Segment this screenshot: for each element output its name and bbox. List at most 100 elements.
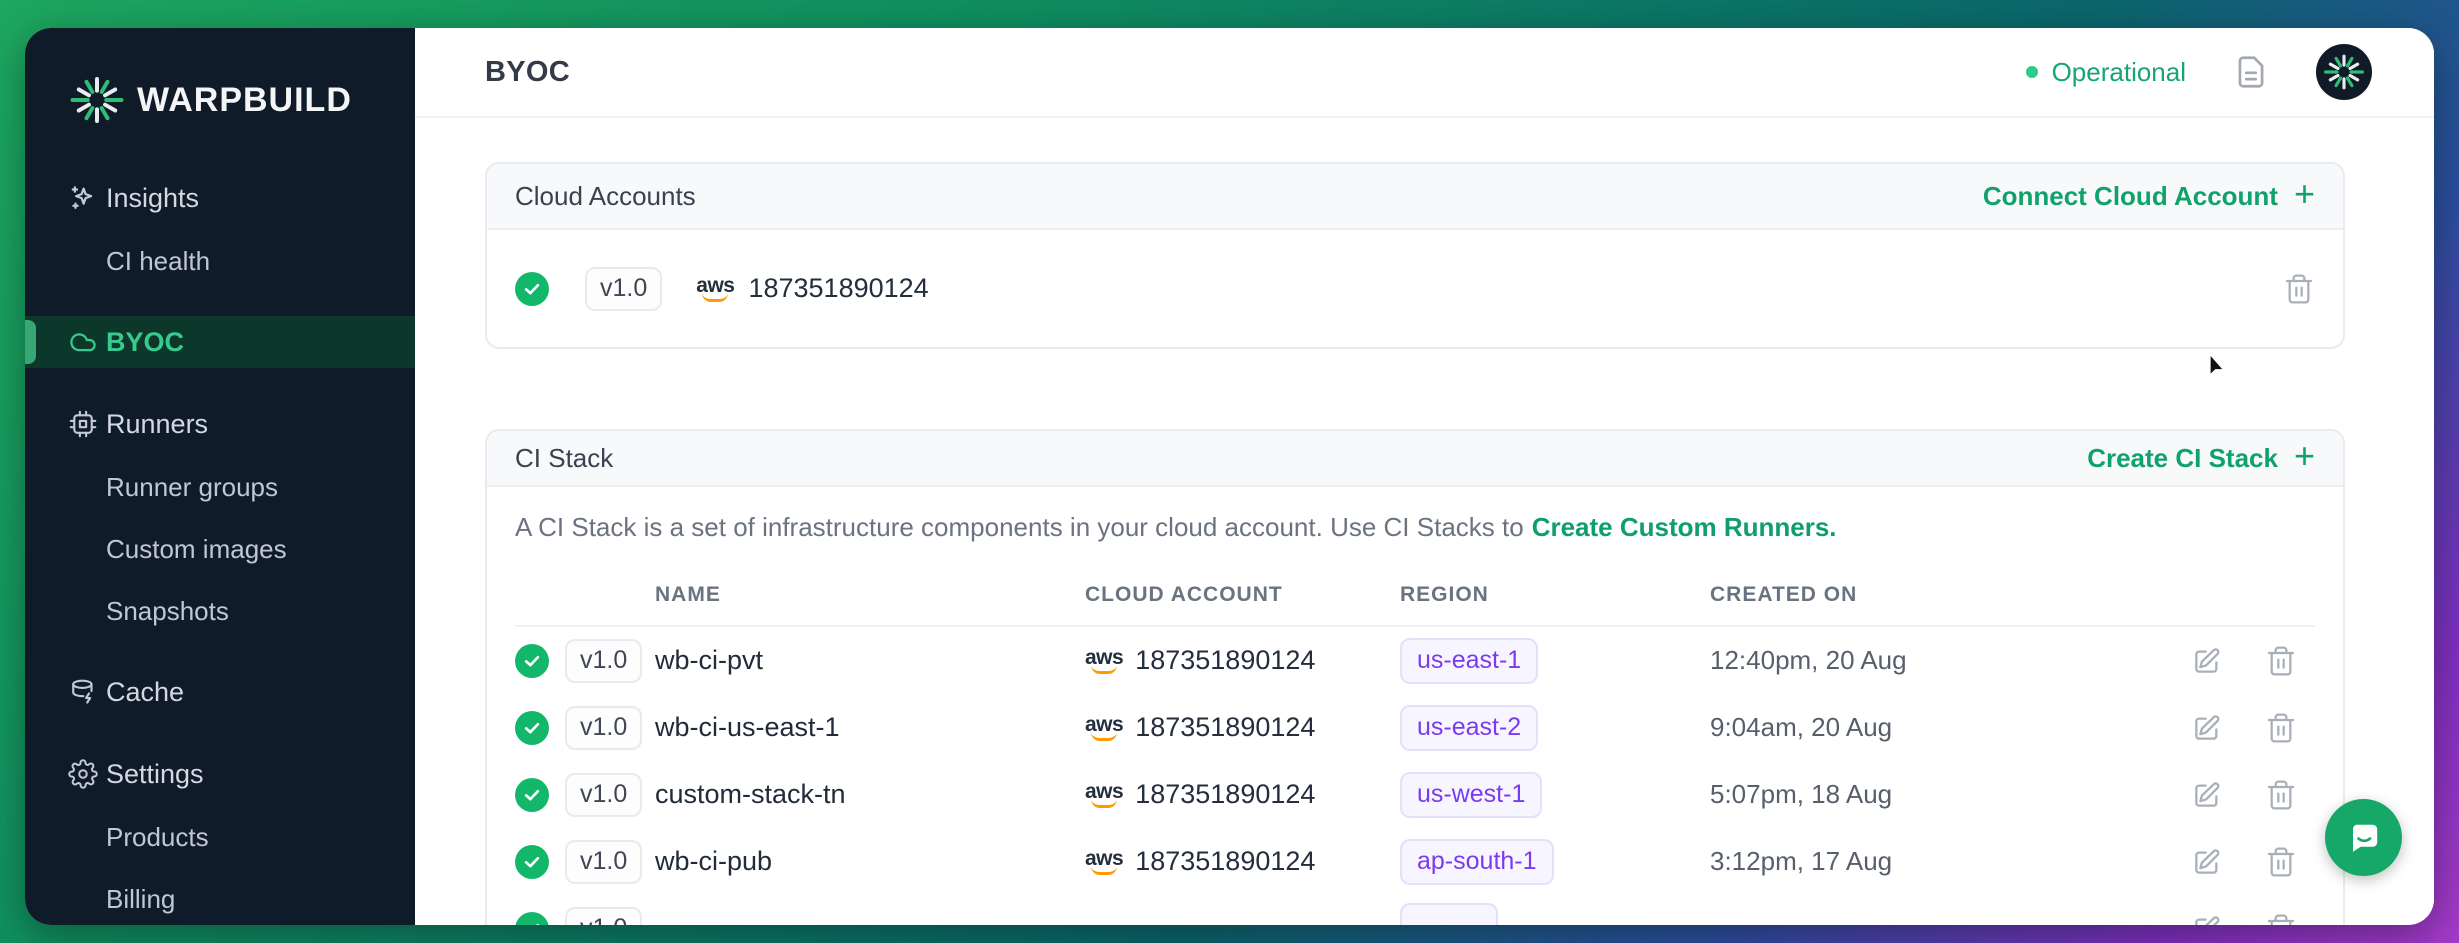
delete-stack-button[interactable] <box>2265 846 2297 878</box>
sidebar-item[interactable]: Billing <box>25 874 415 924</box>
version-badge: v1.0 <box>565 639 642 683</box>
row-actions <box>2190 779 2315 811</box>
ci-stack-title: CI Stack <box>515 443 613 474</box>
sparkles-icon <box>68 183 98 213</box>
region-badge <box>1400 903 1498 925</box>
stack-created-on: 12:40pm, 20 Aug <box>1710 645 2190 676</box>
gear-icon <box>68 759 98 789</box>
page-title: BYOC <box>485 56 570 89</box>
docs-icon[interactable] <box>2232 53 2270 91</box>
edit-stack-button[interactable] <box>2191 779 2223 811</box>
column-header-cloud-account: CLOUD ACCOUNT <box>1085 583 1400 607</box>
sidebar-item[interactable]: Products <box>25 812 415 862</box>
sidebar-item-label: Runners <box>106 409 208 440</box>
version-badge: v1.0 <box>565 907 642 926</box>
sidebar-item[interactable]: Snapshots <box>25 586 415 636</box>
ci-stack-table-row: v1.0 wb-ci-us-east-1 aws 187351890124 us… <box>515 694 2315 761</box>
edit-stack-button[interactable] <box>2191 846 2223 878</box>
ci-stack-table-row: v1.0 wb-ci-pub aws 187351890124 ap-south… <box>515 828 2315 895</box>
row-actions <box>2190 913 2315 926</box>
column-header-region: REGION <box>1400 583 1710 607</box>
status-operational[interactable]: Operational <box>2026 57 2186 88</box>
sidebar-item-label: Billing <box>106 884 175 915</box>
row-actions <box>2190 712 2315 744</box>
check-circle-icon <box>515 912 549 926</box>
version-badge: v1.0 <box>565 840 642 884</box>
sidebar: WARPBUILD Insights CI health <box>25 28 415 925</box>
delete-stack-button[interactable] <box>2265 779 2297 811</box>
app-window: WARPBUILD Insights CI health <box>25 28 2434 925</box>
stack-name: custom-stack-tn <box>655 779 1085 810</box>
delete-stack-button[interactable] <box>2265 712 2297 744</box>
create-custom-runners-link[interactable]: Create Custom Runners. <box>1532 512 1837 542</box>
column-header-created-on: CREATED ON <box>1710 583 2190 607</box>
region-badge: us-west-1 <box>1400 772 1542 818</box>
stack-created-on: 9:04am, 20 Aug <box>1710 712 2190 743</box>
stack-created-on: 3:12pm, 17 Aug <box>1710 846 2190 877</box>
connect-cloud-account-button[interactable]: Connect Cloud Account + <box>1983 176 2315 216</box>
edit-stack-button[interactable] <box>2191 645 2223 677</box>
avatar[interactable] <box>2316 44 2372 100</box>
topbar-right: Operational <box>2026 44 2372 100</box>
page-content: Cloud Accounts Connect Cloud Account + v… <box>415 118 2434 925</box>
stack-cloud-account: aws 187351890124 <box>1085 645 1400 676</box>
main-area: BYOC Operational <box>415 28 2434 925</box>
sidebar-item[interactable]: Cache <box>25 666 415 718</box>
status-label: Operational <box>2052 57 2186 88</box>
plus-icon: + <box>2294 176 2315 216</box>
ci-stack-description: A CI Stack is a set of infrastructure co… <box>515 509 2315 545</box>
row-actions <box>2190 645 2315 677</box>
check-circle-icon <box>515 845 549 879</box>
stack-created-on: 5:07pm, 18 Aug <box>1710 779 2190 810</box>
ci-stack-table-row: v1.0 aws <box>515 895 2315 925</box>
sidebar-item[interactable]: CI health <box>25 236 415 286</box>
cloud-account-row: v1.0 aws 187351890124 <box>487 230 2343 347</box>
sidebar-item[interactable]: Custom images <box>25 524 415 574</box>
aws-logo-icon: aws <box>696 275 734 302</box>
stack-name: wb-ci-pvt <box>655 645 1085 676</box>
delete-account-button[interactable] <box>2283 273 2315 305</box>
sidebar-item-label: Insights <box>106 183 199 214</box>
edit-stack-button[interactable] <box>2191 712 2223 744</box>
create-ci-stack-button[interactable]: Create CI Stack + <box>2087 438 2315 478</box>
brand: WARPBUILD <box>25 28 415 128</box>
region-badge: us-east-1 <box>1400 638 1538 684</box>
sidebar-item-label: Cache <box>106 677 184 708</box>
aws-logo-icon: aws <box>1085 781 1123 808</box>
ci-stack-header: CI Stack Create CI Stack + <box>487 431 2343 487</box>
ci-stack-body: A CI Stack is a set of infrastructure co… <box>487 487 2343 925</box>
sidebar-item-label: Settings <box>106 759 204 790</box>
version-badge: v1.0 <box>565 706 642 750</box>
sidebar-item[interactable]: Settings <box>25 748 415 800</box>
ci-stack-table-row: v1.0 custom-stack-tn aws 187351890124 us… <box>515 761 2315 828</box>
chat-widget-button[interactable] <box>2325 799 2402 876</box>
desktop-background: WARPBUILD Insights CI health <box>0 0 2459 943</box>
cloud-accounts-title: Cloud Accounts <box>515 181 696 212</box>
stack-name: wb-ci-pub <box>655 846 1085 877</box>
aws-logo-icon: aws <box>1085 714 1123 741</box>
stack-cloud-account: aws 187351890124 <box>1085 779 1400 810</box>
edit-stack-button[interactable] <box>2191 913 2223 926</box>
sidebar-item[interactable]: Runner groups <box>25 462 415 512</box>
check-circle-icon <box>515 644 549 678</box>
status-dot-icon <box>2026 66 2038 78</box>
stack-name: wb-ci-us-east-1 <box>655 712 1085 743</box>
account-id: 187351890124 <box>748 273 928 304</box>
region-badge: us-east-2 <box>1400 705 1538 751</box>
sidebar-item[interactable]: BYOC <box>25 316 415 368</box>
row-actions <box>2190 846 2315 878</box>
sidebar-item[interactable]: Runners <box>25 398 415 450</box>
sidebar-item[interactable]: Insights <box>25 172 415 224</box>
warpbuild-logo-icon <box>69 72 125 128</box>
delete-stack-button[interactable] <box>2265 645 2297 677</box>
ci-stack-table-row: v1.0 wb-ci-pvt aws 187351890124 us-east-… <box>515 627 2315 694</box>
sidebar-item-label: Snapshots <box>106 596 229 627</box>
delete-stack-button[interactable] <box>2265 913 2297 926</box>
sidebar-item-label: Custom images <box>106 534 287 565</box>
region-badge: ap-south-1 <box>1400 839 1554 885</box>
version-badge: v1.0 <box>565 773 642 817</box>
version-badge: v1.0 <box>585 267 662 311</box>
cloud-accounts-header: Cloud Accounts Connect Cloud Account + <box>487 164 2343 230</box>
sidebar-item-label: CI health <box>106 246 210 277</box>
plus-icon: + <box>2294 438 2315 478</box>
